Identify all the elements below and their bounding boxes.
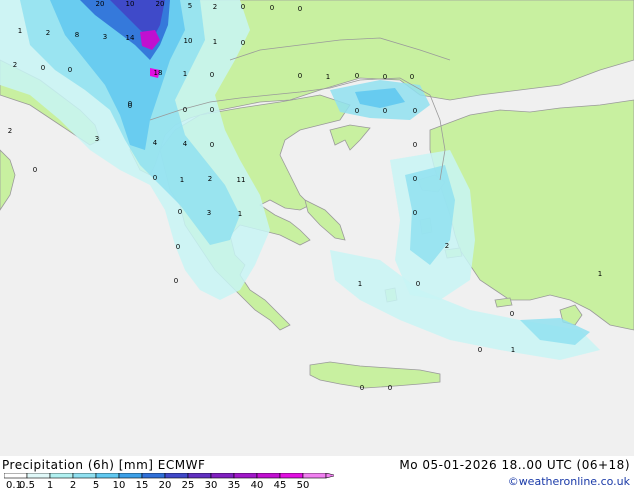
colorbar-segment	[95, 472, 120, 479]
value-label: 1	[183, 70, 187, 78]
colorbar-segment	[279, 472, 304, 479]
valid-time: Mo 05-01-2026 18..00 UTC (06+18)	[399, 458, 630, 472]
value-label: 0	[41, 64, 45, 72]
colorbar-tick-label: 40	[251, 480, 264, 489]
colorbar-tick-label: 1	[47, 480, 53, 489]
value-label: 2	[445, 242, 449, 250]
value-label: 4	[153, 139, 158, 147]
value-label: 0	[270, 4, 274, 12]
value-label: 0	[176, 243, 180, 251]
colorbar-arrow	[325, 472, 337, 479]
colorbar-segment	[26, 472, 51, 479]
value-label: 0	[178, 208, 182, 216]
value-label: 3	[207, 209, 211, 217]
value-label: 3	[95, 135, 99, 143]
value-label: 11	[237, 176, 246, 184]
colorbar-tick-label: 2	[70, 480, 76, 489]
value-label: 0	[183, 106, 187, 114]
value-label: 0	[210, 106, 214, 114]
value-label: 0	[360, 384, 364, 392]
value-label: 0	[153, 174, 157, 182]
colorbar-tick-label: 35	[228, 480, 241, 489]
value-label: 1	[180, 176, 184, 184]
precipitation-map: 20 10 20 5 2 0 0 0 1 2 8 3 14 10 1 0 2 0 0 18 1 0 0 1 0 0 0 0 0 0 0 0 0 3…	[0, 0, 634, 456]
value-label: 1	[18, 27, 22, 35]
value-label: 0	[478, 346, 482, 354]
value-label: 1	[511, 346, 515, 354]
value-label: 0	[413, 209, 417, 217]
kos	[494, 297, 513, 308]
colorbar-segment	[233, 472, 258, 479]
value-label: 2	[213, 3, 217, 11]
colorbar-tick-label: 5	[93, 480, 99, 489]
value-label: 0	[241, 3, 245, 11]
value-label: 20	[96, 0, 105, 8]
value-label: 10	[126, 0, 135, 8]
value-label: 0	[413, 175, 417, 183]
colorbar-segment	[302, 472, 327, 479]
value-label: 1	[326, 73, 330, 81]
value-label: 0	[416, 280, 420, 288]
value-label: 0	[174, 277, 178, 285]
colorbar-segment	[187, 472, 212, 479]
value-label: 0	[410, 73, 414, 81]
credit-link[interactable]: ©weatheronline.co.uk	[508, 475, 630, 489]
value-label: 4	[183, 140, 188, 148]
map-title: Precipitation (6h) [mm] ECMWF	[2, 458, 206, 472]
value-label: 0	[388, 384, 392, 392]
value-label: 0	[128, 102, 132, 110]
value-label: 3	[103, 33, 107, 41]
colorbar-segment	[256, 472, 281, 479]
value-label: 0	[33, 166, 37, 174]
colorbar-tick-label: 25	[182, 480, 195, 489]
value-label: 8	[75, 31, 79, 39]
value-label: 0	[241, 39, 245, 47]
value-label: 2	[46, 29, 50, 37]
colorbar-tick-label: 15	[136, 480, 149, 489]
value-label: 18	[154, 69, 163, 77]
colorbar-tick-label: 0.5	[19, 480, 35, 489]
colorbar-tick-label: 45	[274, 480, 287, 489]
value-label: 0	[355, 72, 359, 80]
value-label: 1	[213, 38, 217, 46]
colorbar-segment	[3, 472, 28, 479]
value-label: 2	[13, 61, 17, 69]
value-label: 0	[510, 310, 514, 318]
value-label: 2	[208, 175, 212, 183]
value-label: 2	[8, 127, 12, 135]
value-label: 0	[298, 72, 302, 80]
value-label: 1	[358, 280, 362, 288]
colorbar-segment	[72, 472, 97, 479]
value-label: 0	[383, 107, 387, 115]
colorbar-tick-label: 50	[297, 480, 310, 489]
footer: Precipitation (6h) [mm] ECMWF Mo 05-01-2…	[0, 456, 634, 491]
colorbar-segment	[164, 472, 189, 479]
colorbar-segment	[210, 472, 235, 479]
value-label: 10	[184, 37, 193, 45]
colorbar-segment	[118, 472, 143, 479]
value-label: 5	[188, 2, 192, 10]
value-label: 0	[298, 5, 302, 13]
value-label: 0	[383, 73, 387, 81]
value-label: 0	[413, 107, 417, 115]
colorbar-segment	[49, 472, 74, 479]
colorbar-segment	[141, 472, 166, 479]
colorbar-tick-label: 20	[159, 480, 172, 489]
value-label: 0	[355, 107, 359, 115]
value-label: 0	[210, 71, 214, 79]
value-label: 1	[238, 210, 242, 218]
colorbar-tick-label: 30	[205, 480, 218, 489]
value-label: 20	[156, 0, 165, 8]
value-label: 1	[598, 270, 602, 278]
value-label: 0	[210, 141, 214, 149]
value-label: 14	[126, 34, 135, 42]
value-label: 0	[68, 66, 72, 74]
colorbar: 0.1 0.5 1 2 5 10 15 20 25 30 35 40 45 50	[3, 472, 337, 491]
colorbar-tick-label: 10	[113, 480, 126, 489]
value-label: 0	[413, 141, 417, 149]
